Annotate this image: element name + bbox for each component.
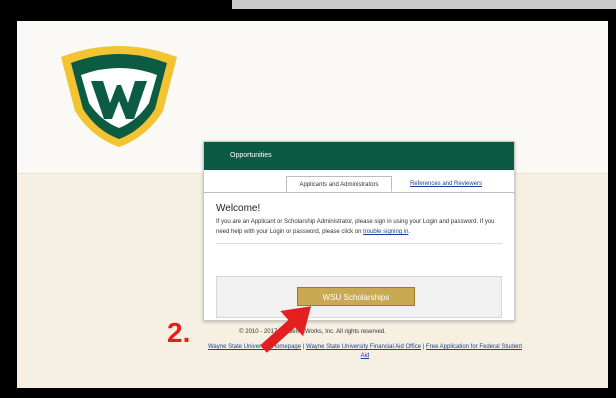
trouble-signing-in-link[interactable]: trouble signing in xyxy=(363,229,408,235)
wsu-shield-logo-icon xyxy=(61,46,177,147)
screenshot-frame: Opportunities Applicants and Administrat… xyxy=(17,21,608,388)
card-header-title: Opportunities xyxy=(204,142,514,170)
welcome-text-body: If you are an Applicant or Scholarship A… xyxy=(216,219,495,235)
tab-applicants-administrators[interactable]: Applicants and Administrators xyxy=(286,176,392,192)
footer-link-financial-aid[interactable]: Wayne State University Financial Aid Off… xyxy=(306,344,421,350)
welcome-text-end: . xyxy=(408,229,411,235)
login-card: Opportunities Applicants and Administrat… xyxy=(203,141,515,321)
step-number-annotation: 2. xyxy=(167,317,191,348)
tab-bar: Applicants and Administrators References… xyxy=(204,170,514,193)
tab-references-reviewers[interactable]: References and Reviewers xyxy=(404,176,488,192)
top-edge-bar xyxy=(232,0,616,9)
welcome-heading: Welcome! xyxy=(216,203,261,214)
welcome-text: If you are an Applicant or Scholarship A… xyxy=(216,217,502,237)
red-arrow-icon xyxy=(260,306,312,353)
divider xyxy=(216,243,502,244)
